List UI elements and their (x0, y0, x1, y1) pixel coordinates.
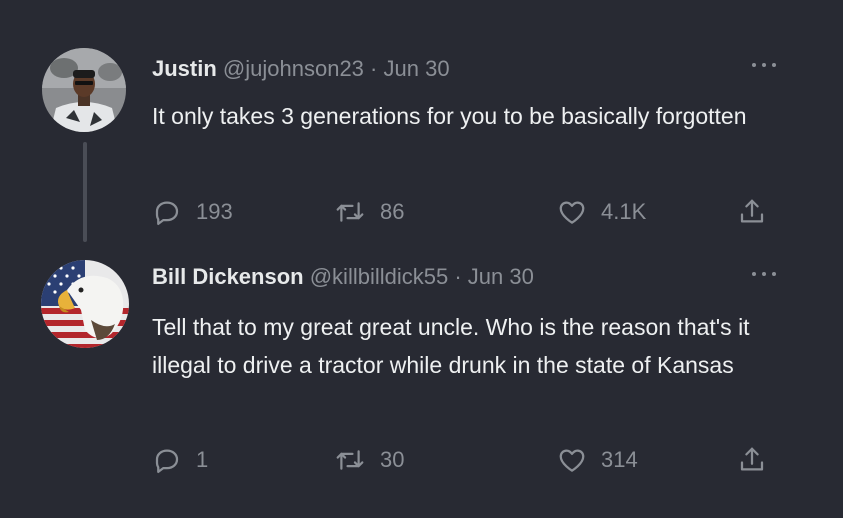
thread-line (83, 142, 87, 242)
more-icon[interactable] (749, 58, 779, 72)
retweet-count: 86 (380, 199, 405, 224)
tweet[interactable]: Justin @jujohnson23 · Jun 30 It only tak… (0, 0, 843, 250)
timestamp[interactable]: Jun 30 (468, 264, 534, 289)
avatar[interactable] (41, 260, 129, 348)
like-button[interactable]: 4.1K (557, 194, 646, 230)
share-icon (740, 447, 764, 471)
retweet-count: 30 (380, 447, 405, 472)
reply-icon (155, 449, 179, 473)
display-name[interactable]: Justin (152, 56, 217, 81)
share-button[interactable] (737, 442, 767, 478)
tweet-header: Bill Dickenson @killbilldick55 · Jun 30 (152, 264, 534, 290)
heart-icon (559, 449, 585, 472)
handle[interactable]: @killbilldick55 (310, 264, 449, 289)
tweet-text: Tell that to my great great uncle. Who i… (152, 314, 750, 378)
tweet-header: Justin @jujohnson23 · Jun 30 (152, 56, 450, 82)
tweet-actions: 193 86 4.1K (152, 194, 792, 230)
reply-button[interactable]: 1 (152, 442, 208, 478)
retweet-icon (336, 450, 364, 470)
handle[interactable]: @jujohnson23 (223, 56, 364, 81)
separator: · (370, 56, 378, 81)
retweet-button[interactable]: 86 (334, 194, 404, 230)
retweet-button[interactable]: 30 (334, 442, 404, 478)
separator: · (454, 264, 462, 289)
reply-count: 193 (196, 199, 233, 224)
tweet[interactable]: Bill Dickenson @killbilldick55 · Jun 30 … (0, 250, 843, 518)
timestamp[interactable]: Jun 30 (384, 56, 450, 81)
display-name[interactable]: Bill Dickenson (152, 264, 304, 289)
share-button[interactable] (737, 194, 767, 230)
avatar[interactable] (42, 48, 126, 132)
share-icon (740, 199, 764, 223)
reply-icon (155, 201, 179, 225)
like-count: 4.1K (601, 199, 647, 224)
tweet-actions: 1 30 314 (152, 442, 792, 478)
more-icon[interactable] (749, 267, 779, 281)
like-count: 314 (601, 447, 638, 472)
reply-button[interactable]: 193 (152, 194, 233, 230)
reply-count: 1 (196, 447, 209, 472)
retweet-icon (336, 202, 364, 222)
tweet-text: It only takes 3 generations for you to b… (152, 103, 747, 129)
like-button[interactable]: 314 (557, 442, 638, 478)
heart-icon (559, 201, 585, 224)
